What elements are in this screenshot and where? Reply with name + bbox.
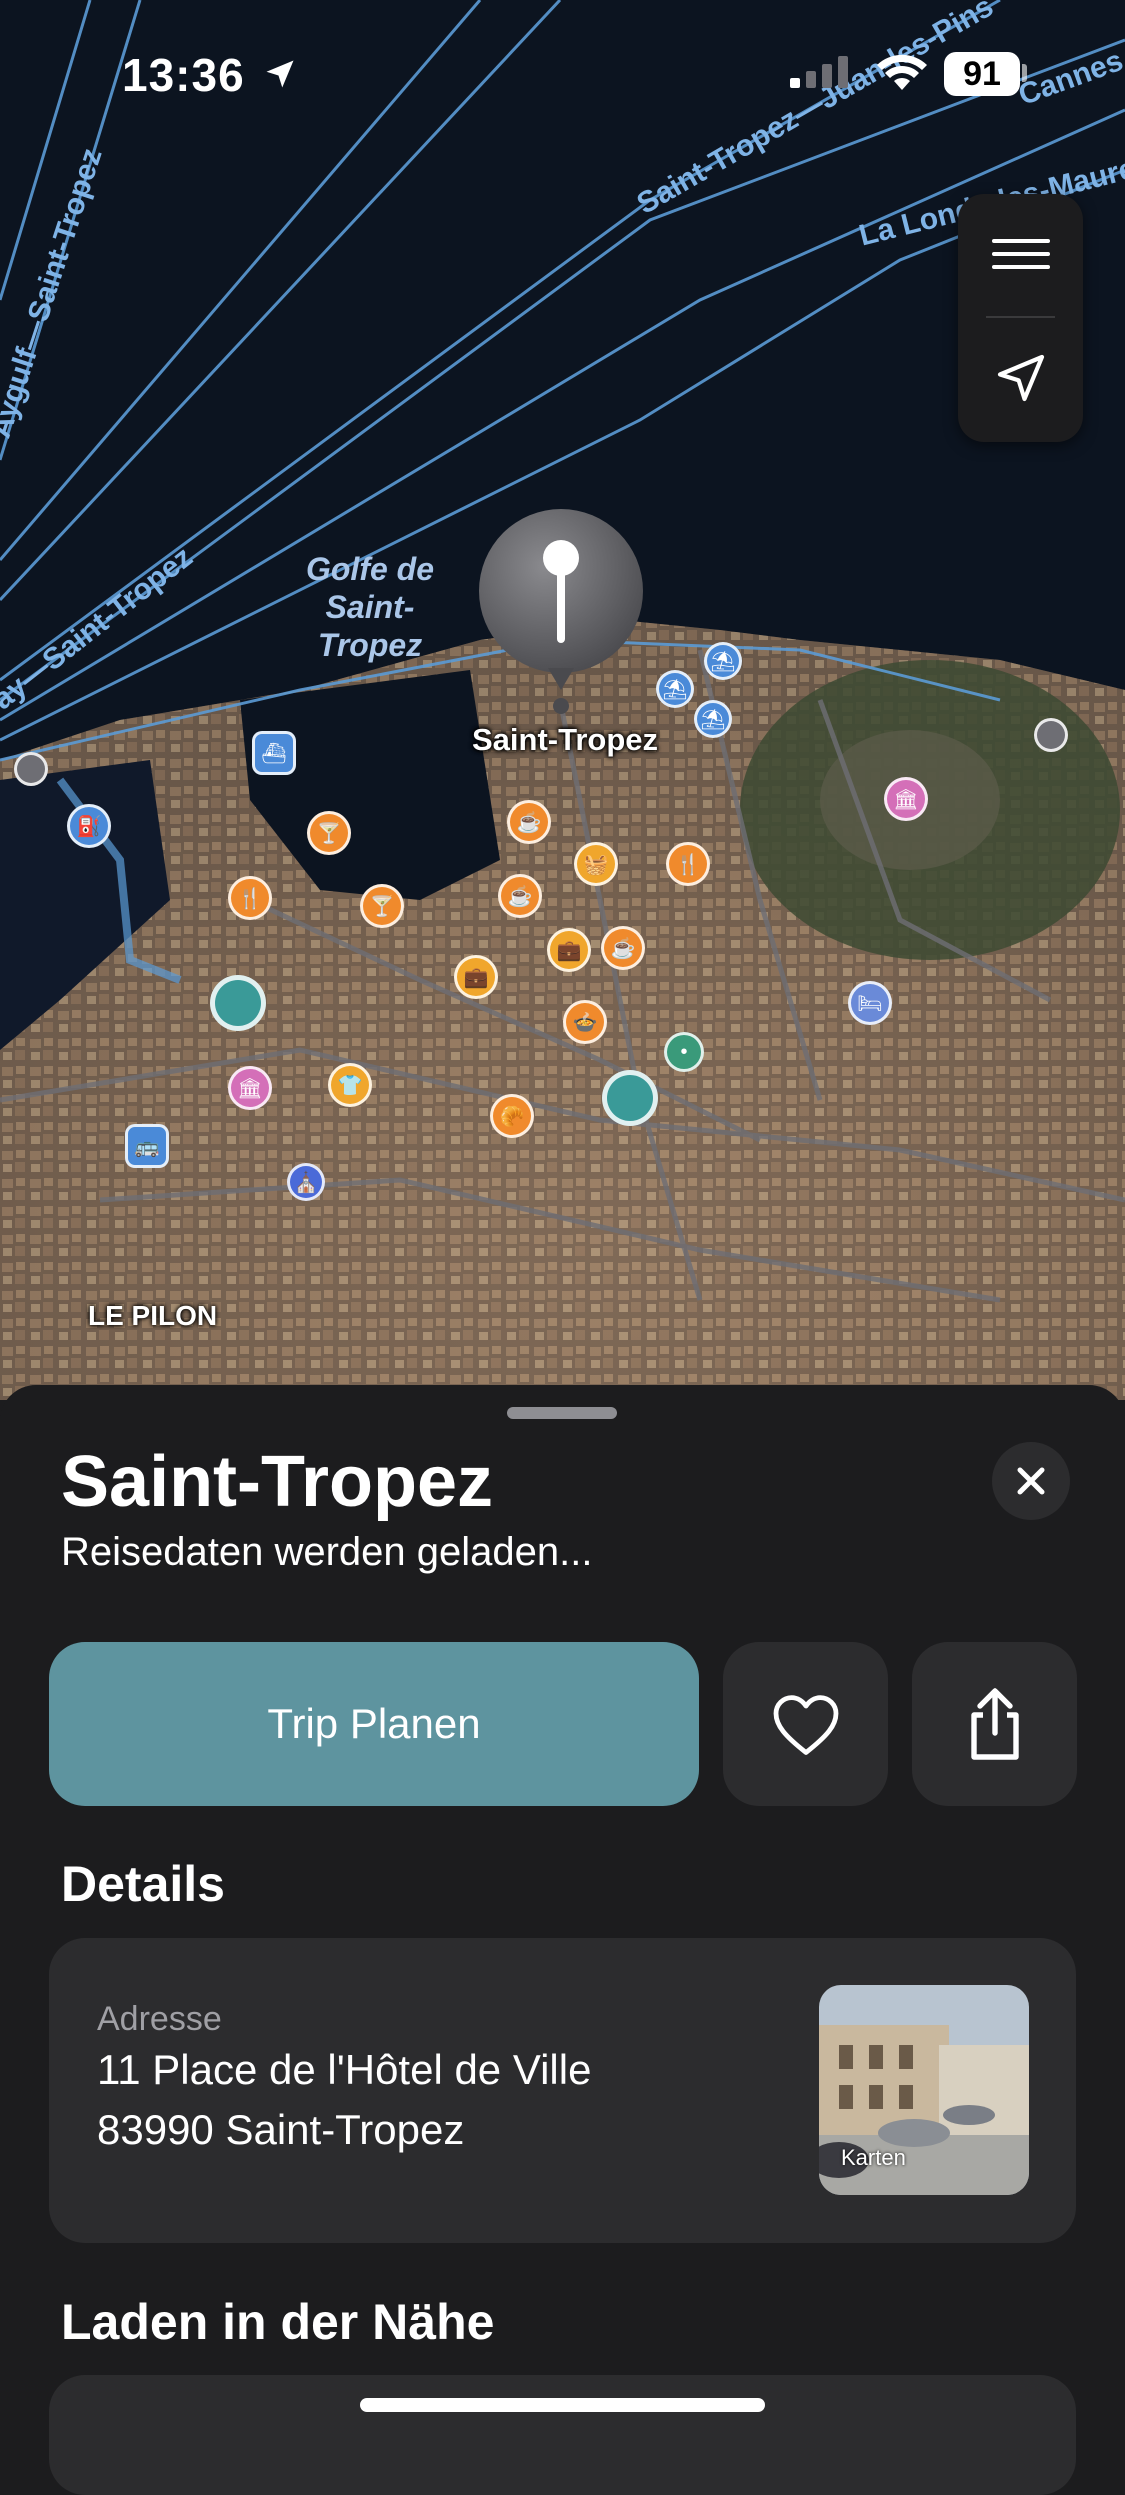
- map-options-button[interactable]: [958, 194, 1083, 314]
- share-button[interactable]: [912, 1642, 1077, 1806]
- bar-icon[interactable]: 🍸: [307, 811, 351, 855]
- cafe-icon[interactable]: ☕: [498, 874, 542, 918]
- details-heading: Details: [61, 1856, 225, 1912]
- list-icon: [991, 239, 1050, 269]
- place-subtitle: Reisedaten werden geladen...: [61, 1530, 593, 1574]
- park-icon[interactable]: •: [664, 1032, 704, 1072]
- address-label: Adresse: [97, 2000, 222, 2038]
- address-line-1: 11 Place de l'Hôtel de Ville: [97, 2046, 592, 2093]
- thumbnail-tag: Karten: [841, 2145, 906, 2170]
- bakery-icon[interactable]: 🥐: [490, 1094, 534, 1138]
- home-indicator[interactable]: [360, 2398, 765, 2412]
- landmark-icon[interactable]: ⛪: [287, 1163, 325, 1201]
- shopping-icon[interactable]: 💼: [454, 955, 498, 999]
- close-button[interactable]: [992, 1442, 1070, 1520]
- status-time: 13:36: [122, 49, 245, 101]
- restaurant-icon[interactable]: 🍴: [228, 876, 272, 920]
- water-label: Golfe de Saint-Tropez: [305, 551, 434, 663]
- favorite-button[interactable]: [723, 1642, 888, 1806]
- fuel-icon[interactable]: ⛽: [67, 804, 111, 848]
- museum-icon[interactable]: 🏛: [228, 1066, 272, 1110]
- location-services-icon: [266, 60, 294, 88]
- beach-icon[interactable]: ⛱: [656, 670, 694, 708]
- address-card[interactable]: Adresse 11 Place de l'Hôtel de Ville 839…: [49, 1938, 1076, 2243]
- cellular-signal-icon: [790, 56, 848, 88]
- place-title: Saint-Tropez: [61, 1442, 494, 1522]
- location-arrow-icon: [997, 354, 1044, 402]
- museum-icon[interactable]: 🏛: [884, 777, 928, 821]
- cafe-icon[interactable]: ☕: [507, 800, 551, 844]
- bar-icon[interactable]: 🍸: [360, 884, 404, 928]
- look-around-thumbnail[interactable]: Karten: [819, 1985, 1029, 2195]
- district-label: LE PILON: [88, 1300, 218, 1331]
- place-sheet: Saint-Tropez Reisedaten werden geladen..…: [0, 1385, 1125, 2495]
- status-bar: 13:36 91: [0, 0, 1125, 150]
- sheet-grabber[interactable]: [507, 1407, 617, 1419]
- viewpoint-icon[interactable]: [1034, 718, 1068, 752]
- hotel-icon[interactable]: 🛏: [848, 981, 892, 1025]
- heart-icon: [773, 1695, 838, 1755]
- restaurant-icon[interactable]: 🍴: [666, 842, 710, 886]
- beach-icon[interactable]: ⛱: [694, 700, 732, 738]
- grocery-icon[interactable]: 🧺: [574, 842, 618, 886]
- ferry-icon[interactable]: ⛴: [252, 731, 296, 775]
- food-icon[interactable]: 🍲: [563, 1000, 607, 1044]
- shopping-icon[interactable]: 💼: [547, 928, 591, 972]
- nearby-heading: Laden in der Nähe: [61, 2294, 495, 2350]
- address-line-2: 83990 Saint-Tropez: [97, 2106, 465, 2153]
- wifi-icon: [877, 54, 927, 90]
- beach-icon[interactable]: ⛱: [704, 642, 742, 680]
- battery-tip: [1022, 64, 1027, 82]
- bus-icon[interactable]: 🚌: [125, 1124, 169, 1168]
- map-controls: [958, 194, 1083, 442]
- close-icon: [1017, 1467, 1045, 1495]
- trip-planen-button[interactable]: Trip Planen: [49, 1642, 699, 1806]
- cafe-icon[interactable]: ☕: [601, 926, 645, 970]
- selected-place-pin[interactable]: [478, 508, 644, 714]
- clothing-icon[interactable]: 👕: [328, 1063, 372, 1107]
- selected-place-label: Saint-Tropez: [471, 722, 658, 757]
- poi-marker[interactable]: [602, 1070, 658, 1126]
- map-view[interactable]: Saint-Tropez—Juan-les-Pins Cannes La Lon…: [0, 0, 1125, 1400]
- locate-me-button[interactable]: [958, 318, 1083, 438]
- lighthouse-icon[interactable]: [14, 752, 48, 786]
- poi-marker[interactable]: [210, 975, 266, 1031]
- battery-indicator: 91: [944, 52, 1020, 96]
- nearby-card[interactable]: [49, 2375, 1076, 2495]
- share-icon: [970, 1688, 1019, 1760]
